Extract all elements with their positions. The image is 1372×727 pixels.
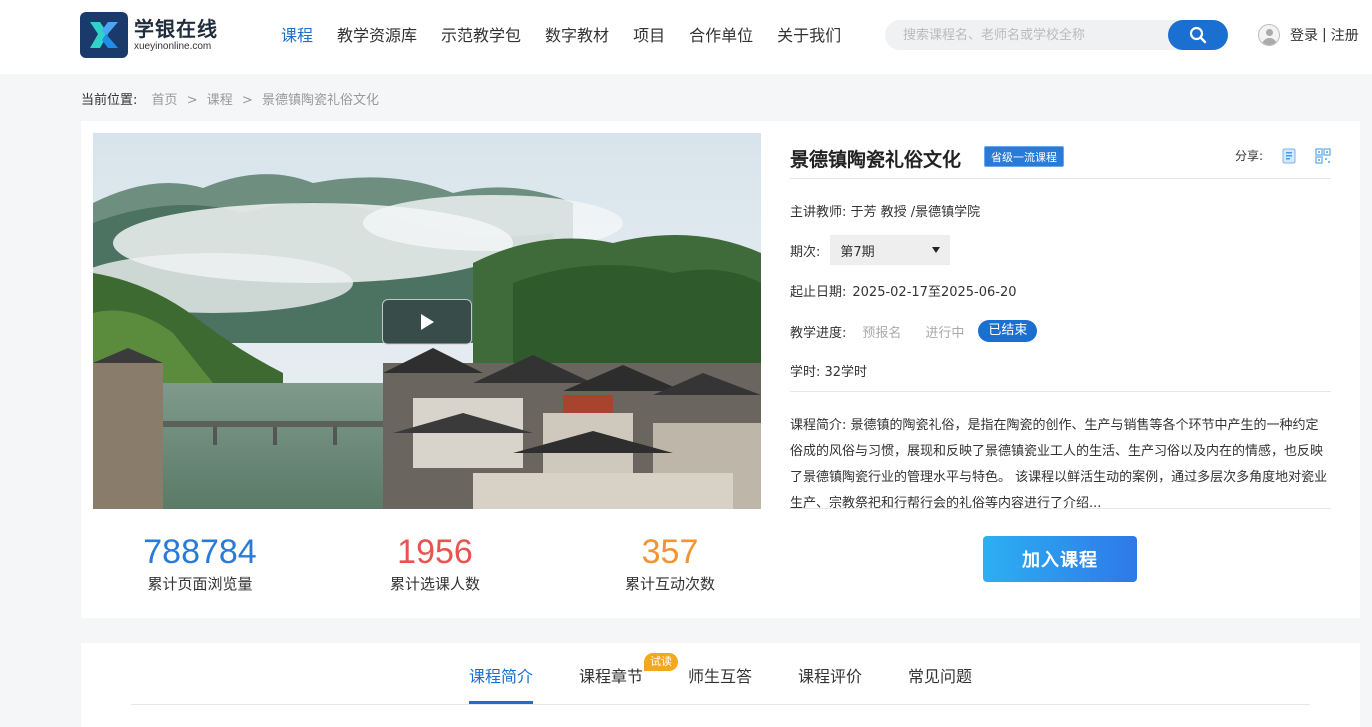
info-divider [790, 391, 1331, 392]
tabs-divider [131, 704, 1310, 705]
video-play-button[interactable] [382, 299, 472, 345]
tab-faq[interactable]: 常见问题 [908, 663, 972, 687]
join-course-button[interactable]: 加入课程 [983, 536, 1137, 582]
logo-name-cn: 学银在线 [134, 17, 218, 41]
course-title-row: 景德镇陶瓷礼俗文化 省级一流课程 分享: [790, 145, 1331, 179]
tab-chapters[interactable]: 课程章节 [579, 663, 643, 687]
tab-qa[interactable]: 师生互答 [688, 663, 752, 687]
stat-value: 357 [641, 533, 699, 571]
stat-value: 1956 [397, 533, 473, 571]
search-button[interactable] [1168, 20, 1228, 50]
progress-step-preregister: 预报名 [862, 325, 902, 341]
login-separator: | [1322, 27, 1327, 43]
progress-step-ended: 已结束 [978, 320, 1038, 342]
stat-interactions: 357 累计互动次数 [570, 531, 770, 595]
stat-value: 788784 [143, 533, 257, 571]
nav-item-digital-textbook[interactable]: 数字教材 [545, 24, 609, 48]
breadcrumb: 当前位置: 首页 > 课程 > 景德镇陶瓷礼俗文化 [81, 89, 379, 108]
search-box [885, 20, 1228, 50]
user-area: 登录 | 注册 [1258, 24, 1359, 46]
nav-item-resource-library[interactable]: 教学资源库 [337, 24, 417, 48]
nav-item-partners[interactable]: 合作单位 [689, 24, 753, 48]
breadcrumb-separator: > [241, 93, 253, 108]
tab-reviews[interactable]: 课程评价 [798, 663, 862, 687]
qrcode-icon[interactable] [1315, 147, 1331, 164]
breadcrumb-courses[interactable]: 课程 [207, 93, 233, 108]
progress-row: 教学进度: 预报名 进行中 已结束 [790, 320, 1038, 342]
breadcrumb-home[interactable]: 首页 [152, 93, 178, 108]
teacher-row: 主讲教师: 于芳 教授 /景德镇学院 [790, 205, 981, 220]
course-tabs: 课程简介 课程章节 试读 师生互答 课程评价 常见问题 [81, 643, 1360, 705]
share-label: 分享: [1234, 149, 1263, 163]
progress-step-ongoing: 进行中 [925, 325, 965, 341]
date-value: 2025-02-17至2025-06-20 [852, 285, 1017, 300]
info-divider [790, 508, 1331, 509]
stat-enrollments: 1956 累计选课人数 [335, 531, 535, 595]
course-level-badge: 省级一流课程 [984, 146, 1064, 167]
term-select-value: 第7期 [840, 244, 875, 260]
breadcrumb-current: 景德镇陶瓷礼俗文化 [261, 93, 379, 108]
nav-item-courses[interactable]: 课程 [281, 24, 313, 48]
logo-name-en: xueyinonline.com [134, 41, 212, 52]
course-card: 788784 累计页面浏览量 1956 累计选课人数 357 累计互动次数 景德… [81, 121, 1360, 618]
nav-item-demo-package[interactable]: 示范教学包 [441, 24, 521, 48]
play-icon [421, 314, 434, 330]
search-input[interactable] [903, 20, 1163, 50]
date-label: 起止日期: [790, 285, 847, 300]
book-icon[interactable] [1281, 148, 1297, 164]
caret-down-icon [932, 247, 941, 253]
hours-row: 学时: 32学时 [790, 365, 868, 380]
course-tabs-card: 课程简介 课程章节 试读 师生互答 课程评价 常见问题 [81, 643, 1360, 727]
trial-badge: 试读 [644, 653, 678, 671]
login-link[interactable]: 登录 [1290, 25, 1318, 45]
stat-page-views: 788784 累计页面浏览量 [100, 531, 300, 595]
logo-text: 学银在线 xueyinonline.com [134, 17, 218, 53]
logo-mark-icon [80, 12, 128, 58]
stat-label: 累计互动次数 [624, 575, 715, 593]
term-row: 期次: 第7期 [790, 235, 951, 265]
term-select[interactable]: 第7期 [830, 235, 951, 265]
user-avatar-icon[interactable] [1258, 24, 1280, 46]
search-icon [1189, 26, 1207, 44]
date-row: 起止日期: 2025-02-17至2025-06-20 [790, 281, 1017, 300]
register-link[interactable]: 注册 [1331, 25, 1359, 45]
tab-intro[interactable]: 课程简介 [469, 663, 533, 687]
top-header: 学银在线 xueyinonline.com 课程 教学资源库 示范教学包 数字教… [0, 0, 1372, 74]
stat-label: 累计页面浏览量 [147, 575, 253, 593]
course-title: 景德镇陶瓷礼俗文化 [790, 149, 962, 171]
nav-item-about[interactable]: 关于我们 [777, 24, 841, 48]
term-label: 期次: [790, 244, 821, 260]
share-area: 分享: [1235, 147, 1331, 164]
site-logo[interactable]: 学银在线 xueyinonline.com [80, 12, 218, 58]
main-nav: 课程 教学资源库 示范教学包 数字教材 项目 合作单位 关于我们 [281, 24, 865, 48]
course-description: 课程简介: 景德镇的陶瓷礼俗，是指在陶瓷的创作、生产与销售等各个环节中产生的一种… [790, 418, 1328, 511]
breadcrumb-label: 当前位置: [81, 93, 138, 108]
breadcrumb-separator: > [186, 93, 198, 108]
nav-item-projects[interactable]: 项目 [633, 24, 665, 48]
progress-label: 教学进度: [790, 325, 847, 341]
course-video-player[interactable] [93, 133, 761, 509]
stat-label: 累计选课人数 [389, 575, 480, 593]
